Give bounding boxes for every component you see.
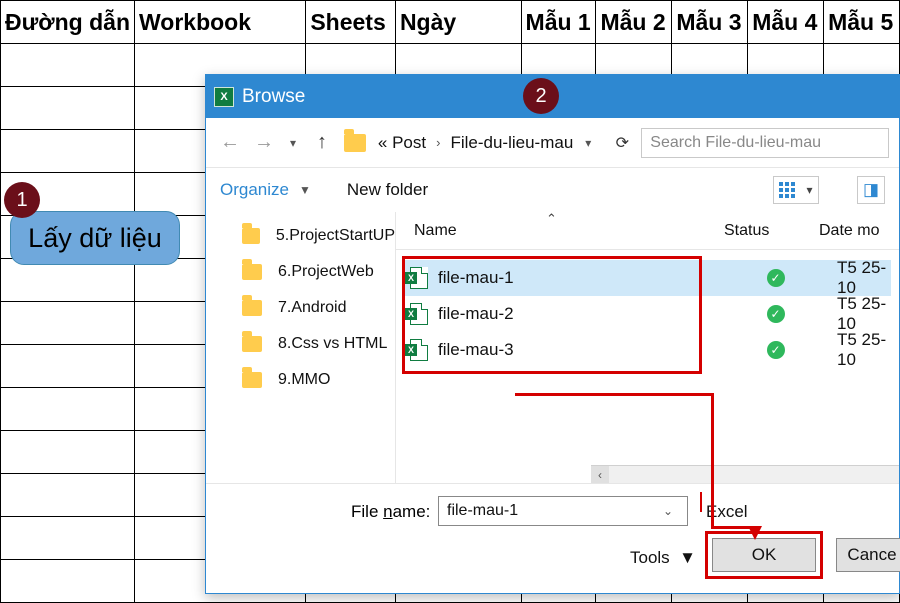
file-date: T5 25-10: [823, 330, 891, 370]
browse-dialog: X Browse ← → ▾ ↑ « Post › File-du-lieu-m…: [205, 74, 900, 594]
tree-label: 5.ProjectStartUP: [276, 227, 395, 245]
sync-status: ✓: [728, 269, 823, 287]
tree-item[interactable]: 6.ProjectWeb: [206, 254, 395, 290]
check-icon: ✓: [767, 269, 785, 287]
file-name: file-mau-1: [438, 268, 728, 288]
sync-status: ✓: [728, 341, 823, 359]
crumb-parent[interactable]: « Post: [378, 133, 426, 153]
chevron-down-icon[interactable]: ⌄: [663, 504, 673, 518]
file-row[interactable]: file-mau-2 ✓ T5 25-10: [404, 296, 891, 332]
annotation-arrow: [515, 393, 713, 396]
header-mau3[interactable]: Mẫu 3: [672, 1, 748, 44]
header-ngay[interactable]: Ngày: [395, 1, 521, 44]
arrow-head-icon: [748, 526, 762, 540]
tree-item[interactable]: 5.ProjectStartUP: [206, 218, 395, 254]
folder-icon: [242, 264, 262, 280]
preview-pane-button[interactable]: ◨: [857, 176, 885, 204]
cancel-button[interactable]: Cance: [836, 538, 900, 572]
file-name: file-mau-3: [438, 340, 728, 360]
nav-row: ← → ▾ ↑ « Post › File-du-lieu-mau ▾ ⟳ Se…: [206, 118, 899, 168]
up-button[interactable]: ↑: [308, 129, 336, 157]
check-icon: ✓: [767, 341, 785, 359]
get-data-label: Lấy dữ liệu: [28, 223, 162, 254]
file-date: T5 25-10: [823, 294, 891, 334]
tools-label: Tools: [630, 548, 670, 567]
folder-icon: [242, 372, 262, 388]
header-sheets[interactable]: Sheets: [306, 1, 396, 44]
file-date: T5 25-10: [823, 258, 891, 298]
header-mau1[interactable]: Mẫu 1: [521, 1, 596, 44]
header-workbook[interactable]: Workbook: [135, 1, 306, 44]
folder-icon: [344, 134, 366, 152]
scroll-left-icon[interactable]: ‹: [591, 466, 609, 484]
tree-label: 8.Css vs HTML: [278, 335, 387, 353]
col-status[interactable]: Status: [724, 222, 819, 240]
header-duongdan[interactable]: Đường dẫn: [1, 1, 135, 44]
crumb-current[interactable]: File-du-lieu-mau: [450, 133, 573, 153]
sync-status: ✓: [728, 305, 823, 323]
back-button[interactable]: ←: [216, 129, 244, 157]
get-data-callout[interactable]: Lấy dữ liệu: [10, 211, 180, 265]
refresh-button[interactable]: ⟳: [609, 130, 635, 156]
col-name[interactable]: Name: [414, 222, 724, 240]
excel-file-icon: [410, 267, 428, 289]
annotation-line: [700, 492, 702, 512]
check-icon: ✓: [767, 305, 785, 323]
file-row[interactable]: file-mau-3 ✓ T5 25-10: [404, 332, 891, 368]
forward-button: →: [250, 129, 278, 157]
tools-menu[interactable]: Tools ▼: [630, 548, 696, 568]
folder-tree[interactable]: 5.ProjectStartUP 6.ProjectWeb 7.Android …: [206, 212, 396, 483]
step-badge-1: 1: [4, 182, 40, 218]
tree-label: 6.ProjectWeb: [278, 263, 374, 281]
excel-file-icon: [410, 339, 428, 361]
file-list[interactable]: file-mau-1 ✓ T5 25-10 file-mau-2 ✓ T5 25…: [396, 250, 899, 378]
grid-icon: [779, 182, 795, 198]
tree-item[interactable]: 7.Android: [206, 290, 395, 326]
organize-label: Organize: [220, 180, 289, 200]
file-header[interactable]: Name Status Date mo: [396, 212, 899, 250]
file-name: file-mau-2: [438, 304, 728, 324]
view-mode-button[interactable]: ▾: [773, 176, 819, 204]
folder-icon: [242, 336, 262, 352]
tree-item[interactable]: 9.MMO: [206, 362, 395, 398]
history-dropdown[interactable]: ▾: [290, 136, 296, 150]
header-mau4[interactable]: Mẫu 4: [748, 1, 824, 44]
col-date[interactable]: Date mo: [819, 222, 899, 240]
ok-button[interactable]: OK: [712, 538, 816, 572]
folder-icon: [242, 300, 262, 316]
horizontal-scrollbar[interactable]: ‹: [591, 465, 899, 483]
excel-app-icon: X: [214, 87, 234, 107]
dialog-title: Browse: [242, 86, 305, 108]
filename-label: File name:: [351, 502, 430, 522]
organize-menu[interactable]: Organize ▼: [220, 180, 317, 200]
chevron-right-icon: ›: [436, 135, 440, 150]
cancel-label: Cance: [847, 545, 896, 565]
header-mau2[interactable]: Mẫu 2: [596, 1, 672, 44]
search-placeholder: Search File-du-lieu-mau: [650, 134, 821, 152]
ok-label: OK: [752, 545, 777, 565]
file-row[interactable]: file-mau-1 ✓ T5 25-10: [404, 260, 891, 296]
annotation-arrow: [711, 393, 714, 527]
tree-label: 7.Android: [278, 299, 347, 317]
main-pane: 5.ProjectStartUP 6.ProjectWeb 7.Android …: [206, 212, 899, 483]
step-badge-2: 2: [523, 78, 559, 114]
search-input[interactable]: Search File-du-lieu-mau: [641, 128, 889, 158]
filename-input[interactable]: file-mau-1 ⌄: [438, 496, 688, 526]
dialog-footer: File name: file-mau-1 ⌄ Excel Tools ▼ OK…: [206, 483, 899, 593]
header-mau5[interactable]: Mẫu 5: [824, 1, 900, 44]
folder-icon: [242, 228, 260, 244]
new-folder-button[interactable]: New folder: [347, 180, 428, 200]
filename-value: file-mau-1: [447, 502, 518, 520]
chevron-down-icon: ▼: [299, 183, 311, 197]
excel-file-icon: [410, 303, 428, 325]
tree-item[interactable]: 8.Css vs HTML: [206, 326, 395, 362]
tree-label: 9.MMO: [278, 371, 330, 389]
breadcrumb[interactable]: « Post › File-du-lieu-mau: [378, 133, 573, 153]
path-dropdown[interactable]: ▾: [585, 136, 591, 150]
chevron-down-icon: ▾: [806, 183, 812, 197]
file-list-pane: ⌃ Name Status Date mo file-mau-1 ✓ T5 25…: [396, 212, 899, 483]
organize-row: Organize ▼ New folder ▾ ◨: [206, 168, 899, 212]
